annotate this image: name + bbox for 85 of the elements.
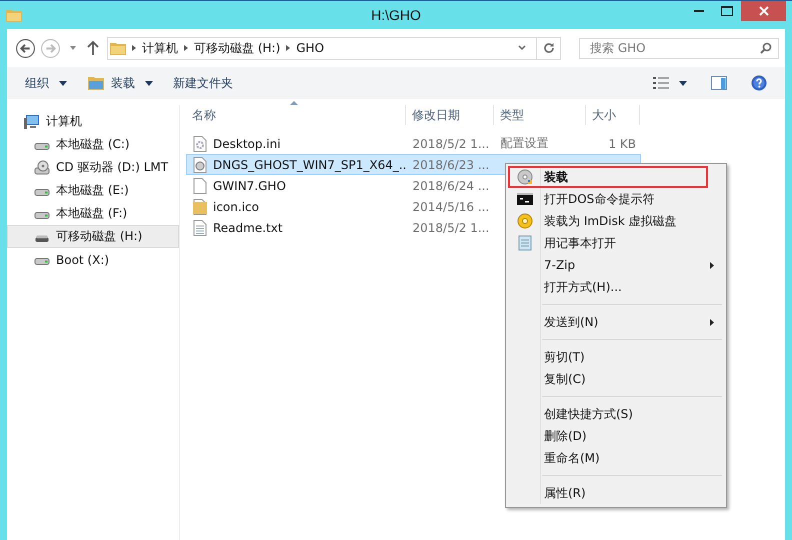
breadcrumb[interactable]: GHO [296,41,324,55]
drive-icon [34,189,50,196]
disc-icon [517,169,533,185]
caret-icon[interactable] [69,44,77,52]
text-file-icon [193,220,207,236]
drive-icon [34,258,50,265]
table-cell-text: 2018/5/2 1... [412,220,490,234]
file-icon [193,178,207,194]
folder-icon [87,75,105,91]
menu-item[interactable]: 打开方式(H)... [508,276,724,298]
tree-item[interactable]: 本地磁盘 (C:) [7,133,179,156]
list-view-icon [653,77,669,89]
settings-file-icon [193,136,207,152]
cd-drive-icon [34,160,50,176]
caret-icon [59,80,67,86]
table-cell-text: 2014/5/16 ... [412,200,490,214]
menu-item[interactable]: 打开DOS命令提示符 [508,188,724,210]
search-field[interactable]: 搜索 GHO [579,38,779,58]
window-title: H:\GHO [371,7,421,23]
table-cell: 1 KB [608,136,636,150]
close-icon [758,6,768,16]
file-name: GWIN7.GHO [213,178,286,192]
menu-item[interactable]: 发送到(N) [508,311,724,333]
menu-item[interactable]: 创建快捷方式(S) [508,403,724,425]
drive-icon [34,143,50,150]
tree-item[interactable]: CD 驱动器 (D:) LMT [7,156,179,179]
column-header[interactable]: 大小 [586,105,640,125]
file-name: Desktop.ini [213,136,281,150]
folder-icon [110,41,126,55]
breadcrumb[interactable]: 计算机 [142,40,178,56]
menu-item[interactable]: 重命名(M) [508,447,724,469]
file-name: icon.ico [213,200,259,214]
table-cell-text: 2018/6/23 ... [412,158,490,172]
sort-arrow-icon [290,101,298,105]
file-name: Readme.txt [213,220,283,234]
refresh-icon [542,42,554,54]
tree-item[interactable]: 本地磁盘 (E:) [7,179,179,202]
menu-item[interactable]: 删除(D) [508,425,724,447]
menu-item[interactable]: 复制(C) [508,368,724,390]
file-row[interactable]: Desktop.ini 2018/5/2 1... 配置设置 1 KB [186,133,641,154]
up-arrow-icon[interactable] [87,40,99,56]
column-header[interactable]: 修改日期 [406,105,494,125]
tree-item[interactable]: Boot (X:) [7,248,179,271]
back-icon[interactable] [15,38,36,58]
table-cell-text: 2018/5/2 1... [412,136,490,150]
menu-item[interactable]: 用记事本打开 [508,232,724,254]
chevron-icon [286,45,290,51]
menu-item[interactable]: 剪切(T) [508,346,724,368]
menu-item[interactable]: 7-Zip [508,254,724,276]
terminal-icon [517,193,533,205]
minimize-icon [694,10,704,12]
file-name: DNGS_GHOST_WIN7_SP1_X64_... [213,158,406,172]
breadcrumb[interactable]: 可移动磁盘 (H:) [194,40,280,56]
submenu-arrow-icon [710,318,714,326]
table-cell-text: 2018/6/24 ... [412,178,490,192]
chevron-icon [184,45,188,51]
column-header[interactable]: 类型 [494,105,586,125]
caret-icon [145,80,153,86]
notepad-icon [518,235,532,251]
disc-file-icon [193,156,207,172]
disc-icon [517,213,533,229]
close-button[interactable] [741,1,786,21]
help-icon [751,75,767,91]
pane-icon [711,76,727,90]
toolbar-button[interactable]: 组织 [17,70,75,96]
folder-icon [6,8,22,22]
caret-icon [679,80,687,86]
search-icon [760,42,772,54]
menu-item[interactable]: 装载 [508,166,708,188]
maximize-icon [721,6,733,16]
tree-item[interactable]: 计算机 [7,110,179,133]
menu-item[interactable]: 装载为 ImDisk 虚拟磁盘 [508,210,724,232]
submenu-arrow-icon [710,262,714,268]
table-cell: 配置设置 [500,135,548,152]
tree-item[interactable]: 可移动磁盘 (H:) [7,225,179,248]
tree-item[interactable]: 本地磁盘 (F:) [7,202,179,225]
address-bar[interactable]: 计算机 可移动磁盘 (H:) GHO [107,36,561,60]
toolbar-button[interactable]: 新建文件夹 [165,70,241,96]
menu-item[interactable]: 属性(R) [508,482,724,504]
drive-icon [34,212,50,219]
drive-icon [34,235,50,242]
chevron-icon [132,45,136,51]
computer-icon [24,114,40,130]
toolbar-button[interactable]: 装载 [79,70,161,96]
dropdown-icon[interactable] [518,45,526,51]
